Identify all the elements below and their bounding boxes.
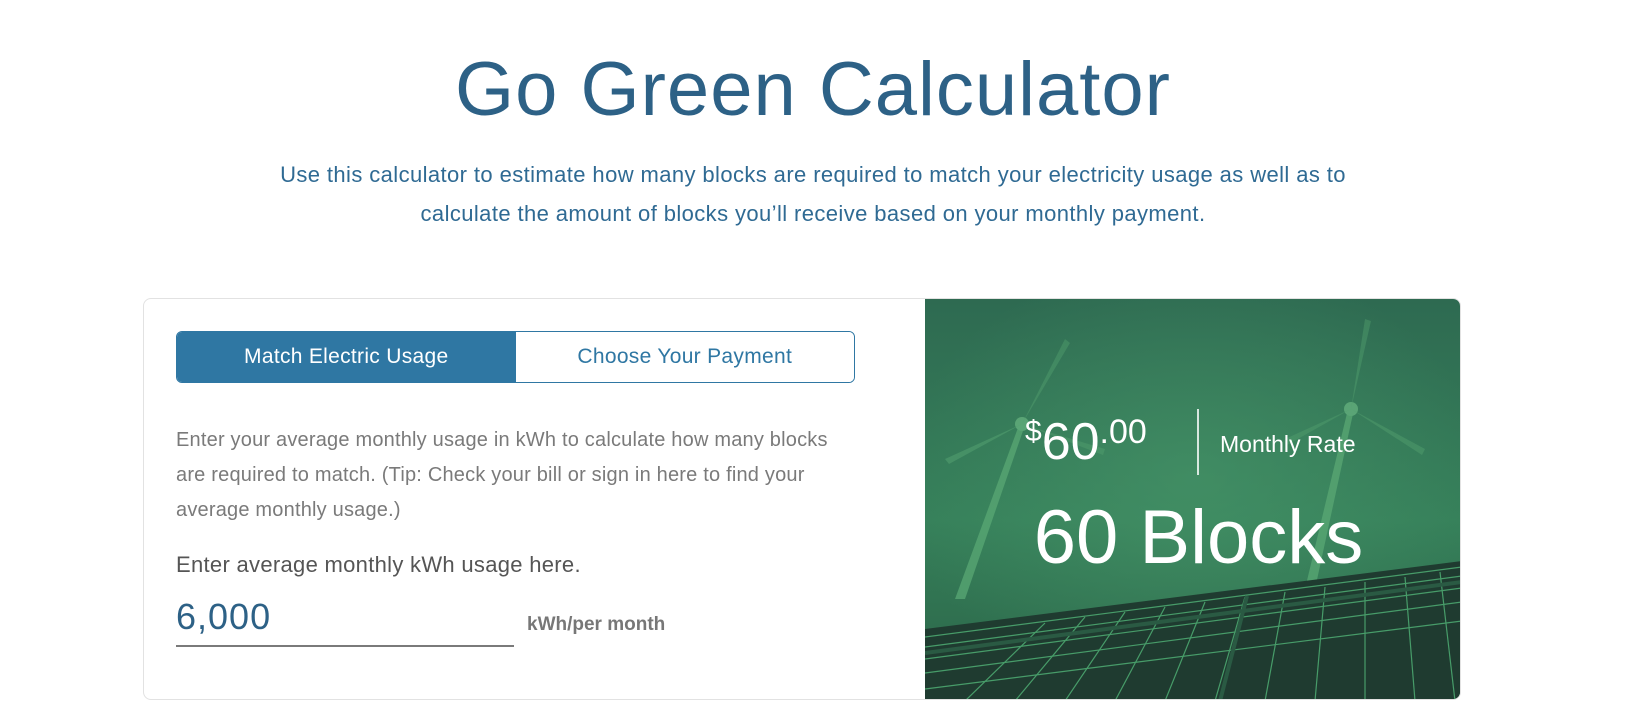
usage-description: Enter your average monthly usage in kWh … bbox=[176, 429, 828, 521]
tab-choose-your-payment[interactable]: Choose Your Payment bbox=[515, 332, 854, 382]
monthly-price: $ 60 .00 bbox=[1025, 409, 1147, 475]
go-green-calculator-page: Go Green Calculator Use this calculator … bbox=[0, 0, 1626, 728]
price-cents: .00 bbox=[1099, 413, 1147, 451]
price-dollars: 60 bbox=[1041, 413, 1100, 471]
blocks-result: 60 Blocks bbox=[1033, 495, 1364, 580]
calculator-tabs: Match Electric Usage Choose Your Payment bbox=[176, 331, 855, 383]
result-panel: $ 60 .00 Monthly Rate 60 Blocks bbox=[925, 299, 1460, 699]
tab-match-electric-usage[interactable]: Match Electric Usage bbox=[177, 332, 516, 382]
monthly-rate-label: Monthly Rate bbox=[1220, 431, 1356, 457]
usage-field-label: Enter average monthly kWh usage here. bbox=[176, 552, 581, 577]
usage-input[interactable] bbox=[176, 589, 514, 645]
calculator-input-panel: Match Electric Usage Choose Your Payment… bbox=[144, 299, 924, 699]
rate-divider bbox=[1197, 409, 1199, 475]
page-title: Go Green Calculator bbox=[455, 47, 1171, 132]
calculator-card: Match Electric Usage Choose Your Payment… bbox=[143, 298, 1461, 700]
page-subtitle: Use this calculator to estimate how many… bbox=[280, 162, 1346, 226]
usage-input-wrapper bbox=[176, 589, 514, 647]
currency-symbol: $ bbox=[1025, 415, 1042, 448]
monthly-rate-row: $ 60 .00 Monthly Rate bbox=[925, 409, 1460, 475]
usage-unit-label: kWh/per month bbox=[527, 614, 666, 635]
